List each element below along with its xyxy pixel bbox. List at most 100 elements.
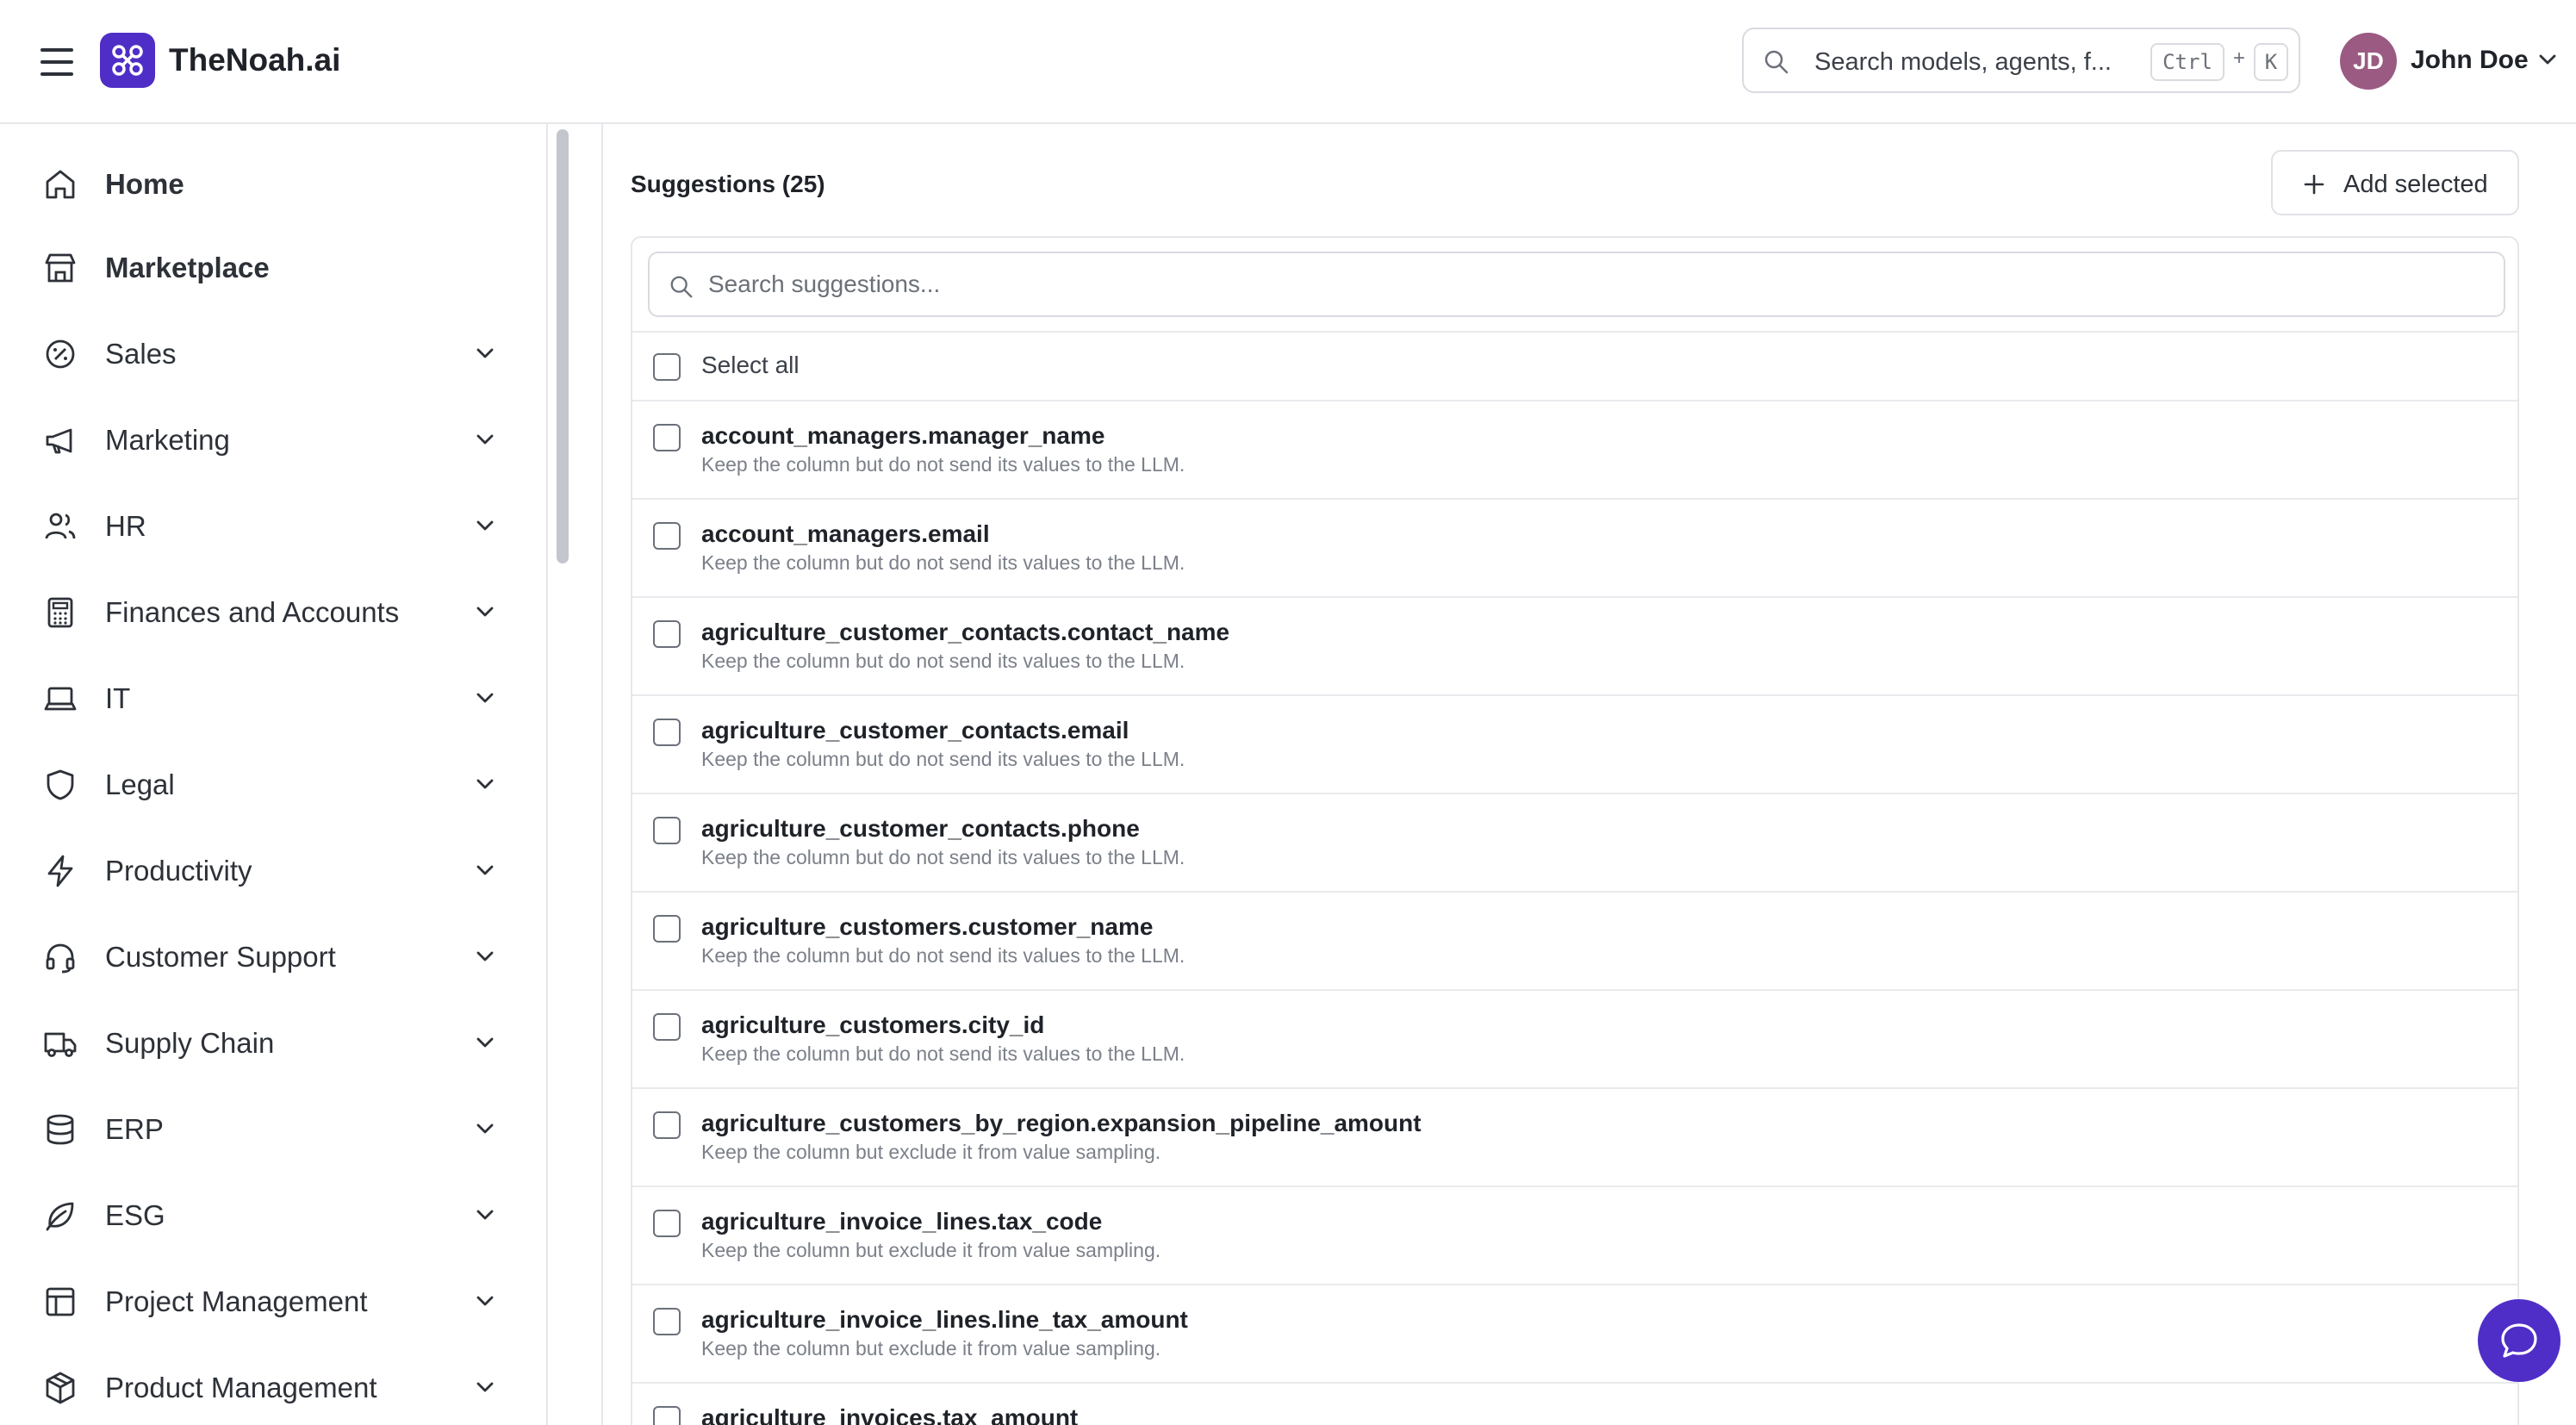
item-checkbox[interactable] [653,1308,681,1335]
sidebar-item-label: Home [105,168,184,200]
main-content: Suggestions (25) Add selected Select all… [603,124,2576,1425]
chevron-down-icon[interactable] [474,428,496,451]
laptop-icon [44,687,77,711]
item-checkbox[interactable] [653,1111,681,1139]
item-checkbox[interactable] [653,1013,681,1041]
leaf-icon [46,1202,74,1231]
chevron-down-icon[interactable] [474,945,496,968]
chevron-down-icon[interactable] [474,687,496,709]
list-item[interactable]: account_managers.email Keep the column b… [632,498,2517,596]
sidebar-item-esg[interactable]: ESG [0,1179,546,1248]
add-selected-button[interactable]: Add selected [2271,150,2519,215]
list-item[interactable]: agriculture_customers.city_id Keep the c… [632,989,2517,1087]
list-item[interactable]: agriculture_invoice_lines.line_tax_amoun… [632,1284,2517,1382]
list-item[interactable]: agriculture_customers_by_region.expansio… [632,1087,2517,1185]
chevron-down-icon[interactable] [474,859,496,881]
global-search-input[interactable]: Search models, agents, f... Ctrl + K [1742,28,2300,93]
item-name: agriculture_customer_contacts.phone [701,815,1140,842]
list-item[interactable]: account_managers.manager_name Keep the c… [632,400,2517,498]
shield-icon [47,769,74,800]
sidebar-item-label: IT [105,682,131,714]
select-all-checkbox[interactable] [653,353,681,381]
menu-icon[interactable] [38,43,76,81]
list-item[interactable]: agriculture_customer_contacts.contact_na… [632,596,2517,694]
search-icon [670,276,693,298]
sidebar-item-product-management[interactable]: Product Management [0,1352,546,1421]
list-item[interactable]: agriculture_invoice_lines.tax_code Keep … [632,1185,2517,1284]
chevron-down-icon[interactable] [474,1204,496,1226]
item-checkbox[interactable] [653,915,681,943]
users-icon [45,513,76,539]
sidebar-item-label: Supply Chain [105,1027,275,1059]
chevron-down-icon[interactable] [2536,48,2559,71]
page-title: Suggestions (25) [631,171,825,197]
package-icon [46,1372,75,1404]
chevron-down-icon[interactable] [474,1290,496,1312]
item-checkbox[interactable] [653,719,681,746]
chevron-down-icon[interactable] [474,600,496,623]
sidebar-item-home[interactable]: Home [0,148,546,217]
search-icon [1764,50,1789,74]
select-all-label: Select all [701,352,800,378]
item-checkbox[interactable] [653,620,681,648]
chevron-down-icon[interactable] [474,342,496,364]
chevron-down-icon[interactable] [474,514,496,537]
sidebar-item-finances-and-accounts[interactable]: Finances and Accounts [0,576,546,645]
item-name: agriculture_customers.city_id [701,1011,1045,1038]
suggestions-search[interactable] [648,252,2505,317]
item-name: agriculture_customer_contacts.email [701,717,1129,744]
item-name: agriculture_invoice_lines.line_tax_amoun… [701,1306,1188,1333]
sidebar-item-sales[interactable]: Sales [0,318,546,387]
store-icon [45,253,76,283]
avatar[interactable]: JD [2340,33,2397,90]
item-description: Keep the column but do not send its valu… [701,846,1185,868]
item-description: Keep the column but exclude it from valu… [701,1337,1161,1360]
chevron-down-icon[interactable] [474,1031,496,1054]
item-name: agriculture_customers.customer_name [701,913,1154,940]
chevron-down-icon[interactable] [474,1117,496,1140]
sidebar-item-hr[interactable]: HR [0,490,546,559]
sidebar-item-marketplace[interactable]: Marketplace [0,232,546,301]
shortcut-ctrl-key: Ctrl [2150,43,2224,81]
item-checkbox[interactable] [653,1406,681,1425]
discount-badge-icon [46,339,75,369]
list-item[interactable]: agriculture_customer_contacts.phone Keep… [632,793,2517,891]
chevron-down-icon[interactable] [474,1376,496,1398]
lightning-icon [47,855,73,887]
user-name[interactable]: John Doe [2411,43,2529,78]
sidebar-item-marketing[interactable]: Marketing [0,404,546,473]
sidebar-item-it[interactable]: IT [0,663,546,731]
sidebar-item-supply-chain[interactable]: Supply Chain [0,1007,546,1076]
brand-name[interactable]: TheNoah.ai [169,40,340,81]
suggestions-search-input[interactable] [708,264,2483,305]
item-checkbox[interactable] [653,522,681,550]
item-description: Keep the column but do not send its valu… [701,453,1185,476]
select-all-row[interactable]: Select all [632,331,2517,400]
item-description: Keep the column but do not send its valu… [701,650,1185,672]
database-icon [47,1114,74,1145]
sidebar-item-erp[interactable]: ERP [0,1093,546,1162]
sidebar-item-legal[interactable]: Legal [0,749,546,818]
headset-icon [46,943,75,974]
list-item[interactable]: agriculture_customer_contacts.email Keep… [632,694,2517,793]
item-checkbox[interactable] [653,1210,681,1237]
list-item[interactable]: agriculture_customers.customer_name Keep… [632,891,2517,989]
top-bar: TheNoah.ai Search models, agents, f... C… [0,0,2576,124]
chevron-down-icon[interactable] [474,773,496,795]
brand-logo-icon[interactable] [100,33,155,88]
item-name: agriculture_invoice_lines.tax_code [701,1208,1103,1235]
truck-icon [44,1032,77,1057]
calculator-icon [47,597,73,628]
sidebar-item-label: ERP [105,1113,164,1145]
item-checkbox[interactable] [653,817,681,844]
sidebar-item-productivity[interactable]: Productivity [0,835,546,904]
item-description: Keep the column but do not send its valu… [701,551,1185,574]
chat-button[interactable] [2478,1299,2560,1382]
sidebar-item-label: Finances and Accounts [105,596,400,628]
scrollbar-thumb[interactable] [557,129,569,563]
list-item[interactable]: agriculture_invoices.tax_amount [632,1382,2517,1425]
item-checkbox[interactable] [653,424,681,451]
sidebar: Home Marketplace Sales Marketing HR Fina… [0,124,548,1425]
sidebar-item-customer-support[interactable]: Customer Support [0,921,546,990]
sidebar-item-project-management[interactable]: Project Management [0,1266,546,1335]
